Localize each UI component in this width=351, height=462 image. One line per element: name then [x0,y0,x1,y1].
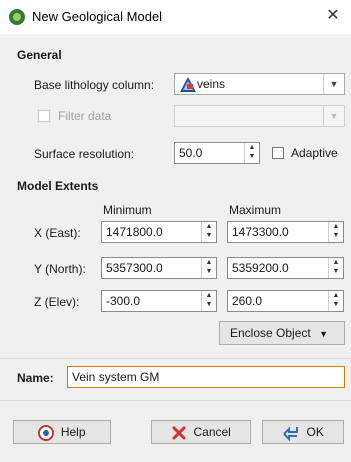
z-elev-label: Z (Elev): [34,295,80,309]
ok-label: OK [306,425,324,439]
app-icon [9,9,25,25]
spinner-icon[interactable]: ▲ ▼ [201,291,216,311]
title-bar: New Geological Model ✕ [0,0,351,34]
help-button[interactable]: Help [13,420,111,444]
adaptive-label: Adaptive [291,146,338,160]
base-lithology-value: veins [197,77,226,91]
chevron-down-icon[interactable]: ▼ [323,106,344,126]
base-lithology-label: Base lithology column: [34,78,155,92]
x-east-label: X (East): [34,226,81,240]
enclose-object-label: Enclose Object [230,326,311,340]
spinner-icon[interactable]: ▲ ▼ [201,222,216,242]
close-icon[interactable]: ✕ [321,4,345,28]
cancel-label: Cancel [193,425,231,439]
model-extents-heading: Model Extents [17,179,99,193]
spinner-icon[interactable]: ▲ ▼ [328,258,343,278]
help-label: Help [60,425,86,439]
y-max-value: 5359200.0 [232,261,289,275]
minimum-header: Minimum [103,203,152,217]
separator [0,400,351,401]
enclose-object-button[interactable]: Enclose Object ▼ [219,321,345,345]
z-min-input[interactable]: -300.0 ▲ ▼ [101,290,217,312]
x-max-value: 1473300.0 [232,225,289,239]
surface-resolution-value: 50.0 [179,146,203,160]
filter-data-select[interactable]: ▼ [174,105,345,127]
x-min-value: 1471800.0 [106,225,163,239]
z-max-input[interactable]: 260.0 ▲ ▼ [227,290,344,312]
z-min-value: -300.0 [106,294,141,308]
y-north-label: Y (North): [34,262,86,276]
filter-data-checkbox[interactable] [38,110,50,122]
adaptive-checkbox[interactable] [272,147,284,159]
window-title: New Geological Model [32,9,163,24]
cancel-button[interactable]: Cancel [151,420,251,444]
y-min-value: 5357300.0 [106,261,163,275]
filter-data-label: Filter data [58,109,112,123]
surface-resolution-input[interactable]: 50.0 ▲ ▼ [174,142,260,164]
z-max-value: 260.0 [232,294,263,308]
lithology-column-icon [180,77,196,92]
x-min-input[interactable]: 1471800.0 ▲ ▼ [101,221,217,243]
surface-resolution-label: Surface resolution: [34,147,135,161]
dropdown-arrow-icon: ▼ [319,329,328,339]
chevron-down-icon[interactable]: ▼ [323,74,344,94]
spinner-icon[interactable]: ▲ ▼ [328,291,343,311]
help-icon [38,424,55,441]
spinner-icon[interactable]: ▲ ▼ [201,258,216,278]
spinner-icon[interactable]: ▲ ▼ [328,222,343,242]
name-label: Name: [17,371,54,385]
maximum-header: Maximum [229,203,282,217]
y-max-input[interactable]: 5359200.0 ▲ ▼ [227,257,344,279]
y-min-input[interactable]: 5357300.0 ▲ ▼ [101,257,217,279]
ok-button[interactable]: OK [262,420,344,444]
spinner-icon[interactable]: ▲ ▼ [244,143,259,163]
separator [0,358,351,359]
name-field[interactable]: Vein system GM [67,366,345,388]
general-heading: General [17,48,62,62]
ok-arrow-icon [283,426,299,442]
cancel-icon [172,426,186,440]
base-lithology-select[interactable]: veins ▼ [174,73,345,95]
x-max-input[interactable]: 1473300.0 ▲ ▼ [227,221,344,243]
name-value: Vein system GM [72,370,160,384]
